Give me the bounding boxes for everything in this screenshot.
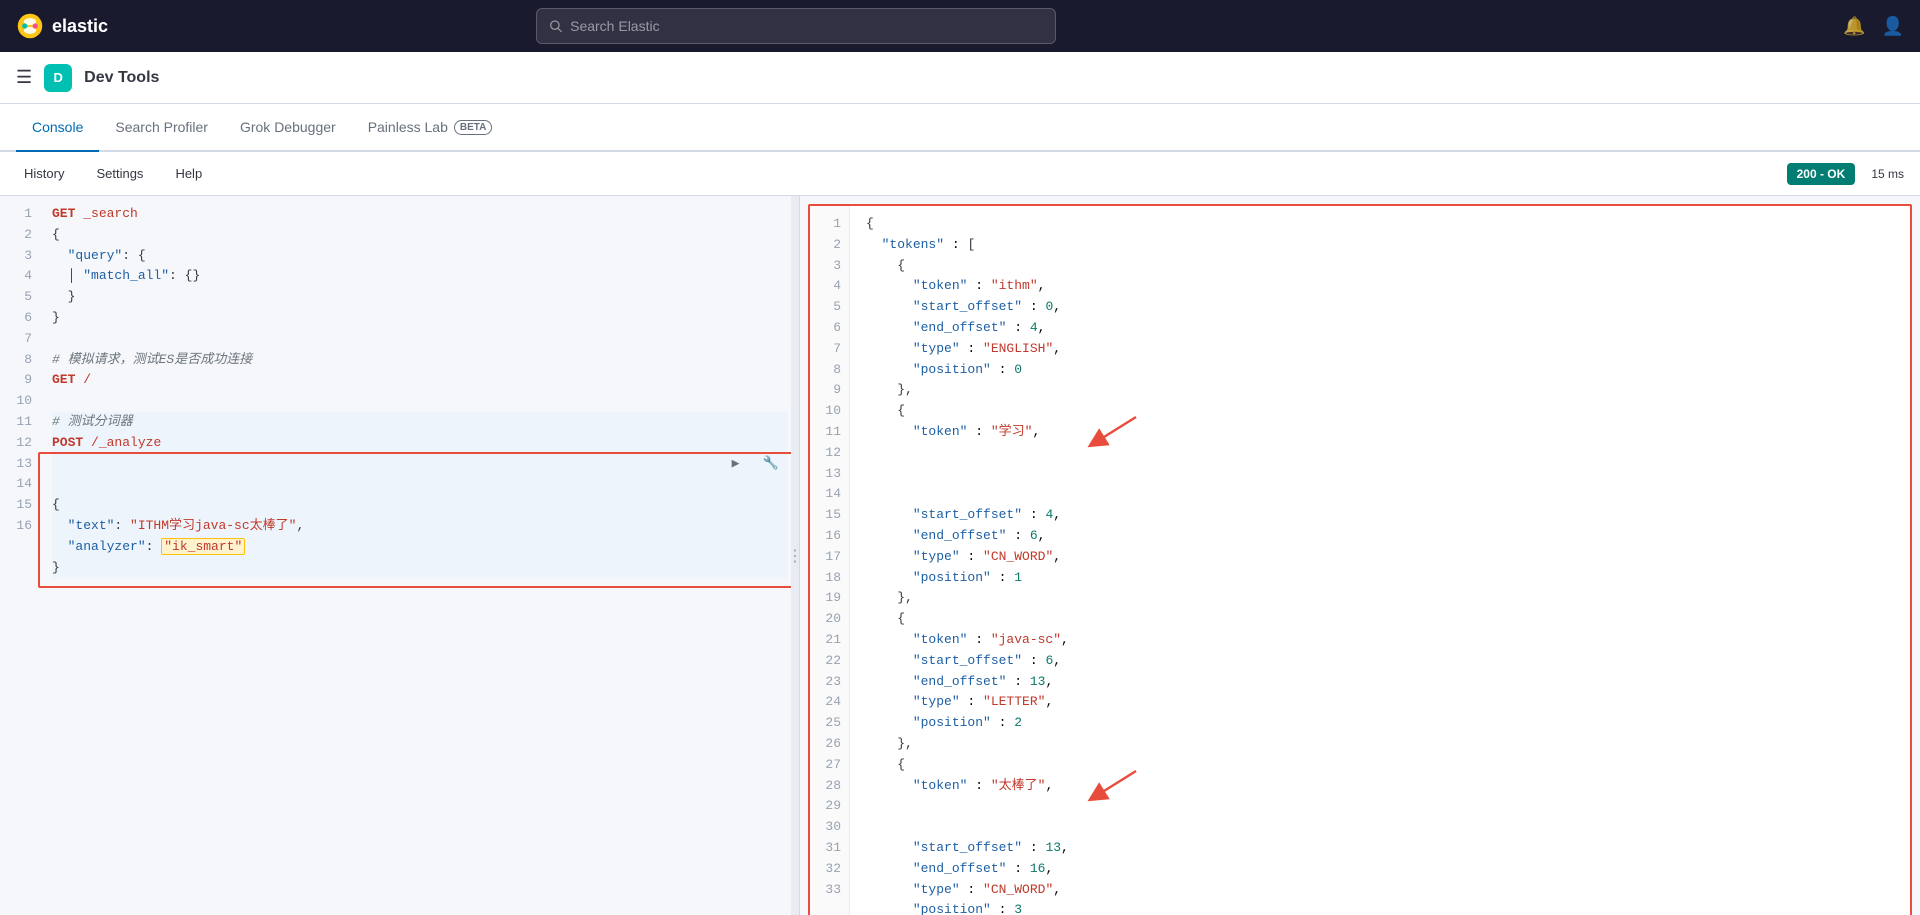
time-badge: 15 ms	[1871, 167, 1904, 181]
toolbar: History Settings Help 200 - OK 15 ms	[0, 152, 1920, 196]
settings-button[interactable]: Settings	[88, 162, 151, 185]
code-line-9: GET /	[52, 370, 787, 391]
out-line-21: "type" : "LETTER",	[866, 692, 1894, 713]
out-line-27: "end_offset" : 16,	[866, 859, 1894, 880]
tab-console[interactable]: Console	[16, 104, 99, 152]
main-content: 12345 678910 1112131415 16 GET _search {…	[0, 196, 1920, 915]
out-line-26: "start_offset" : 13,	[866, 838, 1894, 859]
elastic-logo-text: elastic	[52, 16, 108, 37]
out-line-16: },	[866, 588, 1894, 609]
editor-panel: 12345 678910 1112131415 16 GET _search {…	[0, 196, 800, 915]
top-navigation: elastic 🔔 👤	[0, 0, 1920, 52]
arrow-annotation-2	[1086, 766, 1146, 806]
code-line-16: }	[52, 558, 787, 579]
out-line-4: "token" : "ithm",	[866, 276, 1894, 297]
history-button[interactable]: History	[16, 162, 72, 185]
out-line-6: "end_offset" : 4,	[866, 318, 1894, 339]
code-line-6: }	[52, 308, 787, 329]
out-line-13: "end_offset" : 6,	[866, 526, 1894, 547]
code-line-13: {	[52, 495, 787, 516]
out-line-23: },	[866, 734, 1894, 755]
out-line-1: {	[866, 214, 1894, 235]
notifications-icon[interactable]: 🔔	[1843, 16, 1865, 37]
code-line-15: "analyzer": "ik_smart"	[52, 537, 787, 558]
out-line-28: "type" : "CN_WORD",	[866, 880, 1894, 901]
code-line-10	[52, 391, 787, 412]
out-line-10: {	[866, 401, 1894, 422]
out-line-15: "position" : 1	[866, 568, 1894, 589]
out-line-17: {	[866, 609, 1894, 630]
drag-handle[interactable]: ⋮	[791, 196, 799, 915]
status-badge: 200 - OK	[1787, 163, 1856, 185]
code-line-11: # 测试分词器	[52, 412, 787, 433]
out-line-7: "type" : "ENGLISH",	[866, 339, 1894, 360]
code-line-5: }	[52, 287, 787, 308]
out-line-29: "position" : 3	[866, 900, 1894, 915]
code-line-14: "text": "ITHM学习java-sc太棒了",	[52, 516, 787, 537]
out-line-22: "position" : 2	[866, 713, 1894, 734]
out-line-19: "start_offset" : 6,	[866, 651, 1894, 672]
out-line-9: },	[866, 380, 1894, 401]
out-line-24: {	[866, 755, 1894, 776]
line-numbers: 12345 678910 1112131415 16	[0, 196, 40, 586]
out-line-11: "token" : "学习",	[866, 422, 1894, 505]
out-line-5: "start_offset" : 0,	[866, 297, 1894, 318]
out-line-25: "token" : "太棒了",	[866, 776, 1894, 838]
code-line-2: {	[52, 225, 787, 246]
search-bar[interactable]	[536, 8, 1056, 44]
tab-painless-lab[interactable]: Painless Lab BETA	[352, 104, 509, 152]
elastic-logo[interactable]: elastic	[16, 12, 136, 40]
app-icon: D	[44, 64, 72, 92]
code-line-3: "query": {	[52, 246, 787, 267]
out-line-18: "token" : "java-sc",	[866, 630, 1894, 651]
code-line-8: # 模拟请求，测试ES是否成功连接	[52, 350, 787, 371]
elastic-logo-icon	[16, 12, 44, 40]
app-header: ☰ D Dev Tools	[0, 52, 1920, 104]
out-line-3: {	[866, 256, 1894, 277]
out-line-8: "position" : 0	[866, 360, 1894, 381]
code-line-7	[52, 329, 787, 350]
search-icon	[549, 19, 562, 33]
tab-grok-debugger[interactable]: Grok Debugger	[224, 104, 352, 152]
code-line-4: │ "match_all": {}	[52, 266, 787, 287]
code-line-12: POST /_analyze ▶ 🔧	[52, 433, 787, 495]
top-nav-icons: 🔔 👤	[1843, 16, 1904, 37]
code-content[interactable]: GET _search { "query": { │ "match_all": …	[40, 196, 799, 586]
out-line-20: "end_offset" : 13,	[866, 672, 1894, 693]
arrow-annotation-1	[1086, 412, 1146, 452]
output-content: { "tokens" : [ { "token" : "ithm", "star…	[850, 206, 1910, 915]
code-line-1: GET _search	[52, 204, 787, 225]
code-editor[interactable]: 12345 678910 1112131415 16 GET _search {…	[0, 196, 799, 915]
hamburger-menu[interactable]: ☰	[16, 67, 32, 88]
app-title: Dev Tools	[84, 69, 159, 87]
out-line-14: "type" : "CN_WORD",	[866, 547, 1894, 568]
output-inner: 12345 678910 1112131415 1617181920 21222…	[808, 204, 1912, 915]
search-input[interactable]	[570, 18, 1043, 34]
output-line-numbers: 12345 678910 1112131415 1617181920 21222…	[810, 206, 850, 915]
help-button[interactable]: Help	[167, 162, 210, 185]
out-line-12: "start_offset" : 4,	[866, 505, 1894, 526]
output-panel: 12345 678910 1112131415 1617181920 21222…	[800, 196, 1920, 915]
out-line-2: "tokens" : [	[866, 235, 1894, 256]
tab-search-profiler[interactable]: Search Profiler	[99, 104, 224, 152]
tabs-bar: Console Search Profiler Grok Debugger Pa…	[0, 104, 1920, 152]
user-icon[interactable]: 👤	[1882, 16, 1904, 37]
output-code: 12345 678910 1112131415 1617181920 21222…	[810, 206, 1910, 915]
beta-badge: BETA	[454, 120, 492, 135]
